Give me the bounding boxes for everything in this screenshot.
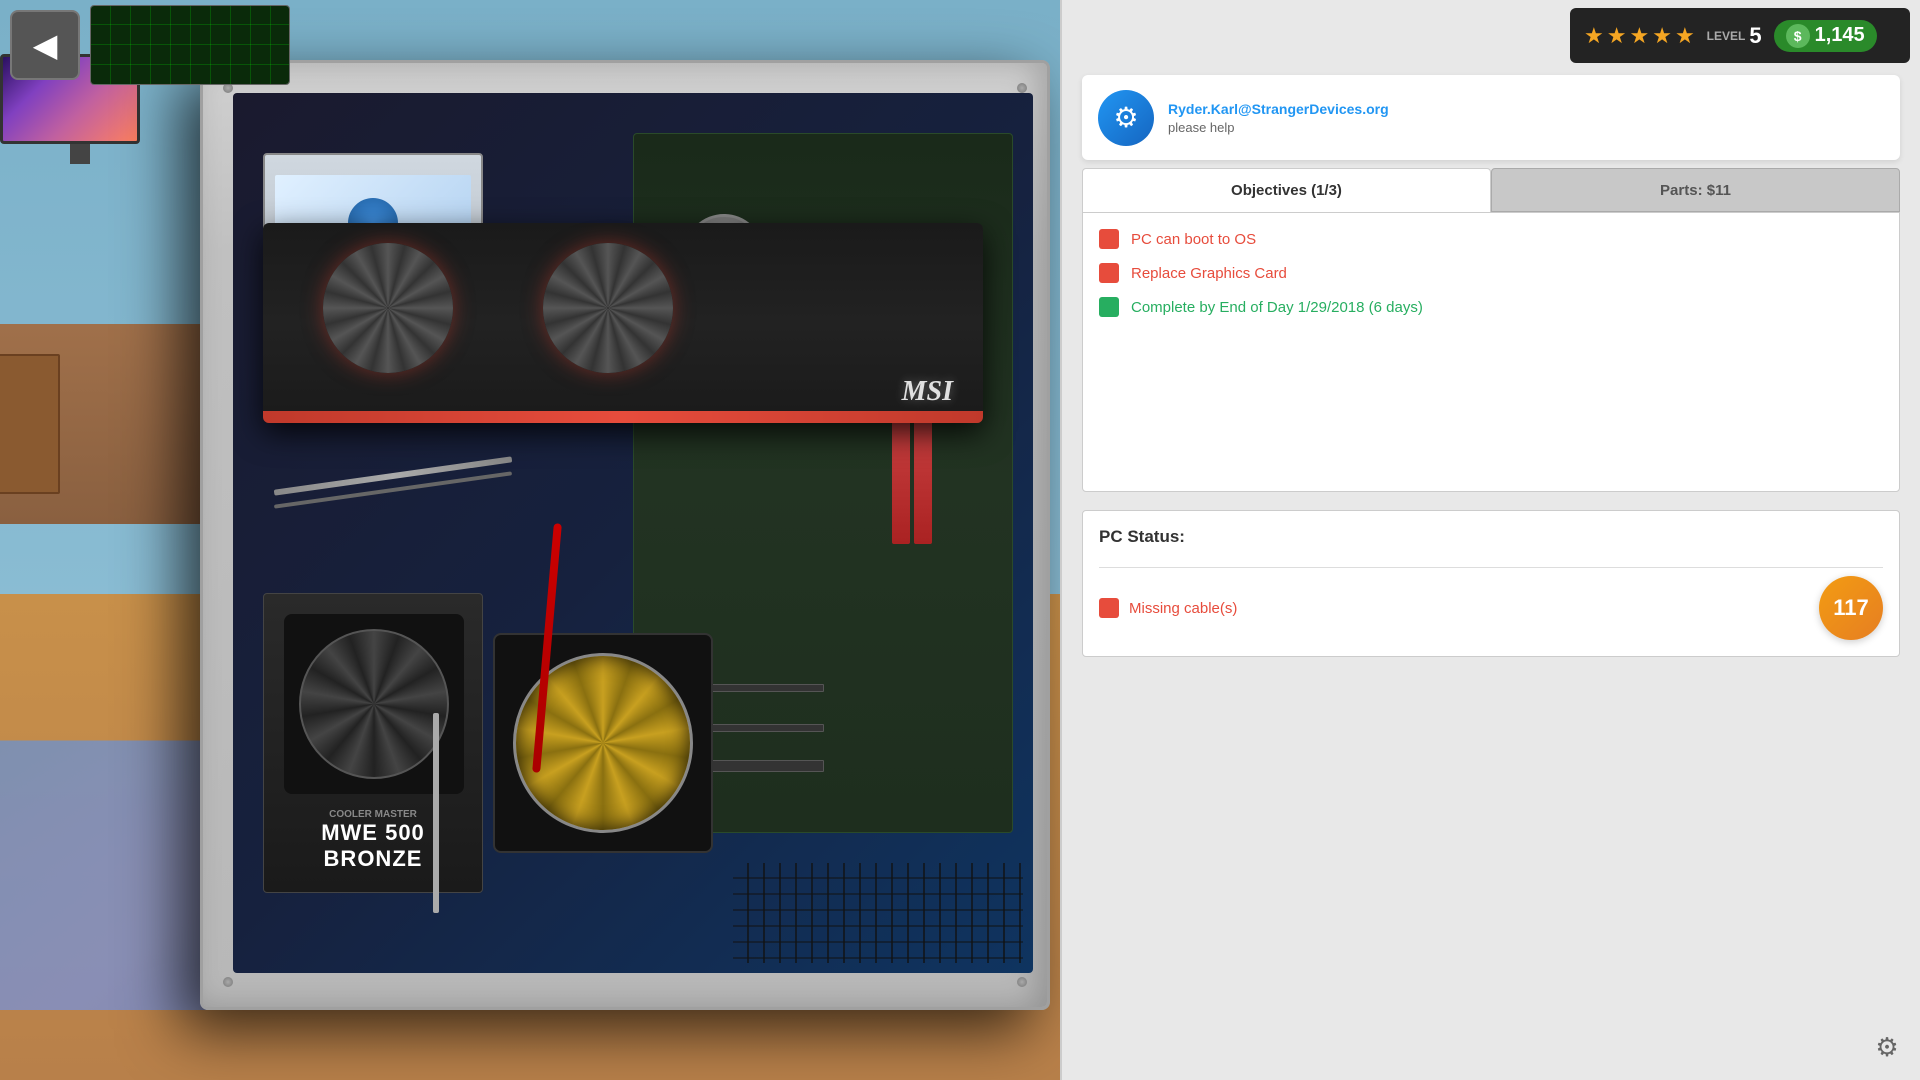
settings-button[interactable]: ⚙ [1869,1029,1905,1065]
objective-item-1: PC can boot to OS [1099,229,1883,249]
psu-body: COOLER MASTER MWE 500 BRONZE [263,593,483,893]
status-indicator-3 [1099,297,1119,317]
money-amount: 1,145 [1815,24,1865,47]
pc-case[interactable]: MSI COOLER MASTER MWE 500 BRONZE [200,60,1050,1010]
monitor-stand [70,144,90,164]
wire-vertical [433,713,439,913]
tab-parts[interactable]: Parts: $11 [1491,168,1900,212]
pc-status-left: Missing cable(s) [1099,598,1237,618]
psu-brand: COOLER MASTER [274,809,472,820]
pc-status-item-1: Missing cable(s) 117 [1099,576,1883,640]
gpu[interactable]: MSI [263,223,983,423]
objectives-panel: PC can boot to OS Replace Graphics Card … [1082,212,1900,492]
gpu-fan-left [323,243,453,373]
back-arrow-icon: ◀ [33,26,58,64]
level-label: LEVEL [1707,29,1746,43]
gear-icon: ⚙ [1875,1032,1898,1063]
ram-stick-2 [892,404,910,544]
level-number: 5 [1749,23,1761,49]
objective-item-3: Complete by End of Day 1/29/2018 (6 days… [1099,297,1883,317]
star-5-half: ★ [1675,23,1695,49]
pc-interior: MSI COOLER MASTER MWE 500 BRONZE [233,93,1033,973]
star-4: ★ [1652,23,1672,49]
gpu-fan-blade-right [543,243,673,373]
email-panel[interactable]: ⚙ Ryder.Karl@StrangerDevices.org please … [1082,75,1900,160]
screw [1017,977,1027,987]
email-subject: please help [1168,120,1884,135]
tab-objectives[interactable]: Objectives (1/3) [1082,168,1491,212]
psu-model: MWE 500 BRONZE [274,820,472,872]
gpu-body: MSI [263,223,983,423]
gpu-fan-blade-left [323,243,453,373]
screw [223,977,233,987]
psu: COOLER MASTER MWE 500 BRONZE [263,593,483,893]
objective-item-2: Replace Graphics Card [1099,263,1883,283]
status-indicator-1 [1099,229,1119,249]
objective-text-3: Complete by End of Day 1/29/2018 (6 days… [1131,299,1423,316]
email-content: Ryder.Karl@StrangerDevices.org please he… [1168,100,1884,135]
star-2: ★ [1607,23,1627,49]
pc-status-panel: PC Status: Missing cable(s) 117 [1082,510,1900,657]
mini-map [90,5,290,85]
back-button[interactable]: ◀ [10,10,80,80]
star-1: ★ [1584,23,1604,49]
pc-case-body: MSI COOLER MASTER MWE 500 BRONZE [200,60,1050,1010]
divider [1099,567,1883,568]
money-container: $ 1,145 [1774,20,1877,52]
top-bar: ★ ★ ★ ★ ★ LEVEL 5 $ 1,145 [1570,8,1910,63]
email-avatar: ⚙ [1098,90,1154,146]
gpu-fan-right [543,243,673,373]
case-fan [493,633,713,853]
email-from: Ryder.Karl@StrangerDevices.org [1168,100,1884,118]
tab-bar: Objectives (1/3) Parts: $11 [1082,168,1900,212]
gpu-red-strip [263,411,983,423]
objective-text-2: Replace Graphics Card [1131,265,1287,282]
status-indicator-cable [1099,598,1119,618]
mini-map-grid [91,6,289,84]
right-panel: ★ ★ ★ ★ ★ LEVEL 5 $ 1,145 ⚙ Ryder.Karl@S… [1060,0,1920,1080]
case-fan-body [493,633,713,853]
psu-label: COOLER MASTER MWE 500 BRONZE [274,809,472,872]
star-3: ★ [1629,23,1649,49]
pc-status-title: PC Status: [1099,527,1883,547]
psu-fan-circle [299,629,449,779]
objective-text-1: PC can boot to OS [1131,231,1256,248]
desk-drawer [0,354,60,494]
vent-holes-2 [733,863,1023,963]
screw [1017,83,1027,93]
ram-stick-1 [914,404,932,544]
gpu-msi-logo: MSI [902,376,953,408]
dollar-icon: $ [1786,24,1810,48]
score-circle: 117 [1819,576,1883,640]
pc-status-text-cable: Missing cable(s) [1129,600,1237,617]
email-avatar-icon: ⚙ [1113,101,1138,134]
status-indicator-2 [1099,263,1119,283]
stars-container: ★ ★ ★ ★ ★ [1584,23,1695,49]
game-viewport: MSI COOLER MASTER MWE 500 BRONZE [0,0,1060,1080]
level-badge: LEVEL 5 [1707,23,1762,49]
